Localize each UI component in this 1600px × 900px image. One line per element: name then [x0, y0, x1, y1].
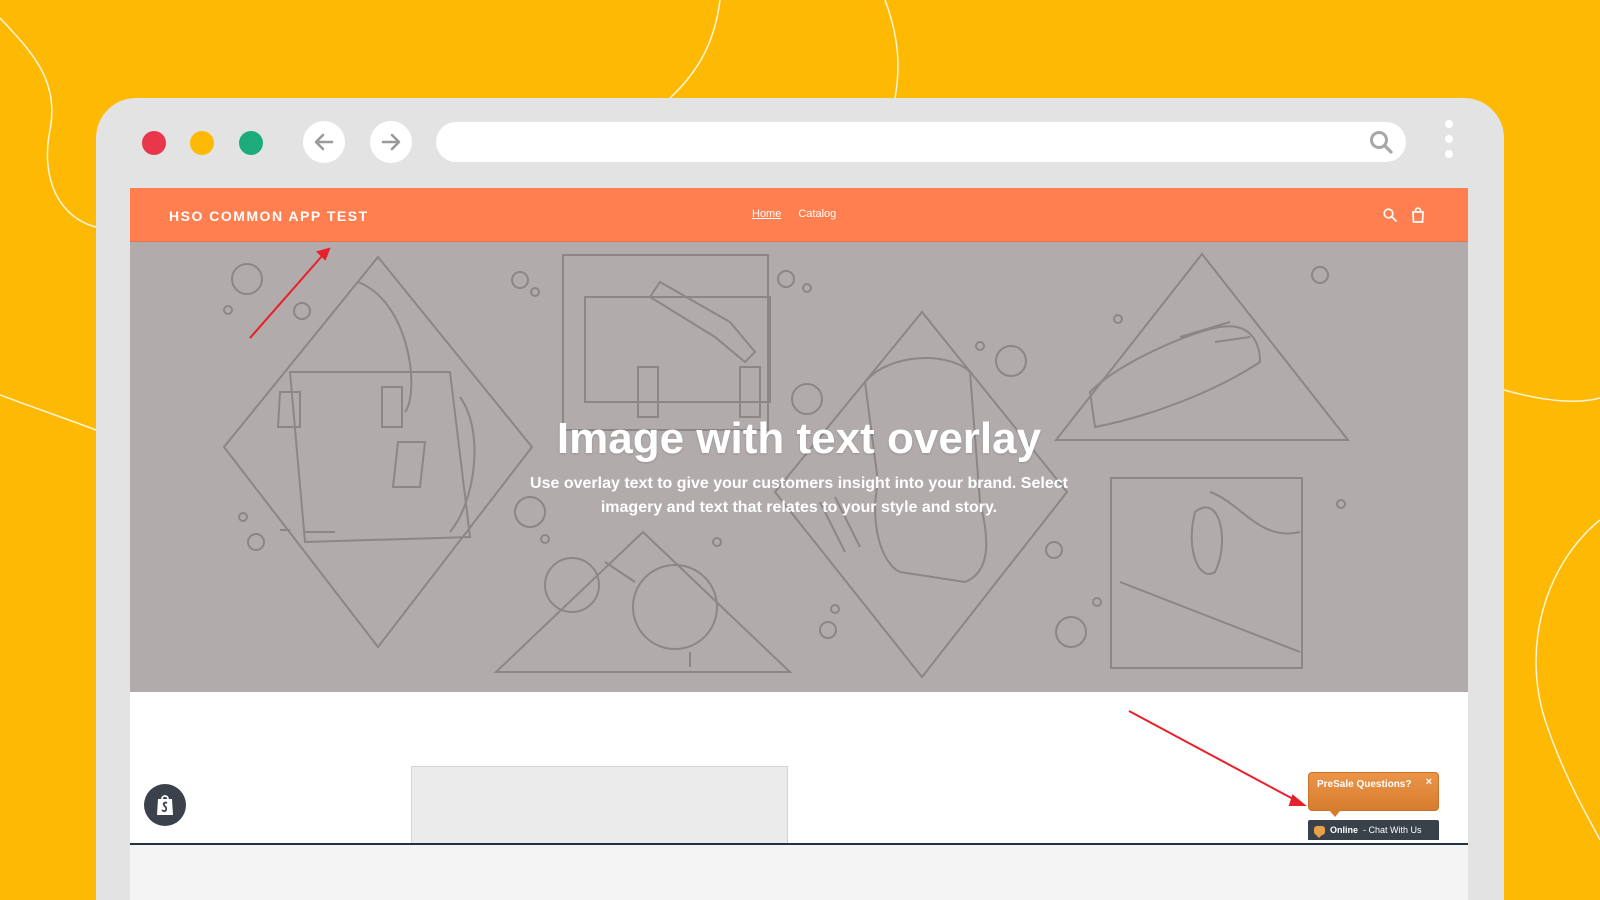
hero-subtitle: Use overlay text to give your customers …: [530, 475, 1068, 516]
close-icon[interactable]: ×: [1426, 777, 1432, 788]
chat-bubble-text: PreSale Questions?: [1317, 779, 1412, 790]
main-nav: Home Catalog: [752, 208, 836, 220]
nav-link-catalog[interactable]: Catalog: [798, 208, 836, 220]
header-icons: [1382, 207, 1426, 223]
close-window-button[interactable]: [142, 131, 166, 155]
chat-status-bar[interactable]: Online - Chat With Us: [1308, 820, 1439, 840]
nav-link-home[interactable]: Home: [752, 208, 781, 220]
cart-icon[interactable]: [1410, 207, 1426, 223]
site-header: HSO COMMON APP TEST Home Catalog: [130, 188, 1468, 242]
shopify-icon[interactable]: [144, 784, 186, 826]
chat-action-label: - Chat With Us: [1363, 825, 1422, 835]
arrow-left-icon: [314, 133, 334, 151]
hero-banner: Image with text overlay Use overlay text…: [130, 242, 1468, 692]
store-logo[interactable]: HSO COMMON APP TEST: [169, 208, 369, 224]
image-placeholder: [411, 766, 788, 846]
hero-text-overlay: Image with text overlay Use overlay text…: [130, 414, 1468, 520]
chat-icon: [1314, 825, 1325, 838]
minimize-window-button[interactable]: [190, 131, 214, 155]
search-icon[interactable]: [1368, 129, 1394, 155]
footer-area: [130, 845, 1468, 900]
address-bar[interactable]: [436, 122, 1406, 162]
presale-chat-bubble[interactable]: PreSale Questions? ×: [1308, 772, 1439, 817]
browser-window: HSO COMMON APP TEST Home Catalog Image w…: [96, 98, 1504, 900]
forward-button[interactable]: [370, 121, 412, 163]
hero-title: Image with text overlay: [556, 414, 1042, 463]
page-viewport: HSO COMMON APP TEST Home Catalog Image w…: [130, 188, 1468, 900]
back-button[interactable]: [303, 121, 345, 163]
arrow-right-icon: [381, 133, 401, 151]
maximize-window-button[interactable]: [239, 131, 263, 155]
kebab-menu-icon[interactable]: [1443, 120, 1455, 166]
url-input[interactable]: [456, 122, 1346, 162]
chat-status: Online: [1330, 825, 1359, 835]
search-icon[interactable]: [1382, 207, 1398, 223]
